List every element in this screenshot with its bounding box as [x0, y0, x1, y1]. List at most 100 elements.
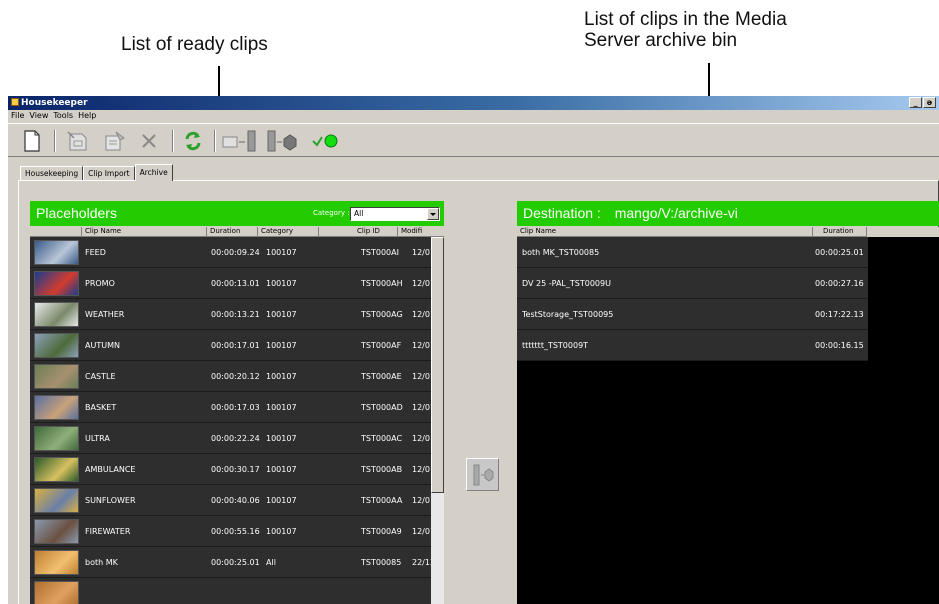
- placeholder-row[interactable]: FEED 00:00:09.24 100107 TST000AI 12/01/2: [30, 237, 444, 268]
- placeholder-row[interactable]: PROMO 00:00:13.01 100107 TST000AH 12/01/2: [30, 268, 444, 299]
- archive-transfer-icon: [473, 464, 493, 485]
- scrollbar-thumb[interactable]: [431, 237, 444, 493]
- placeholder-row[interactable]: CASTLE 00:00:20.12 100107 TST000AE 12/01/2: [30, 361, 444, 392]
- placeholder-row[interactable]: SUNFLOWER 00:00:40.06 100107 TST000AA 12/01/…: [30, 485, 444, 516]
- tab-clip-import[interactable]: Clip Import: [83, 166, 135, 181]
- delete-icon: [142, 134, 156, 148]
- destination-label: Destination :: [523, 205, 601, 221]
- placeholder-row[interactable]: [30, 578, 444, 604]
- clip-category: 100107: [266, 527, 297, 536]
- clip-name: FIREWATER: [85, 527, 131, 536]
- column-clip-name[interactable]: Clip Name: [82, 227, 207, 237]
- placeholders-header: Placeholders Category : All: [30, 201, 444, 226]
- clip-thumbnail: [34, 364, 79, 389]
- clip-name: CASTLE: [85, 372, 116, 381]
- column-modified[interactable]: Modifi: [398, 227, 444, 237]
- clip-category: 100107: [266, 465, 297, 474]
- clip-name: AUTUMN: [85, 341, 120, 350]
- clip-name: both MK: [85, 558, 118, 567]
- placeholder-row[interactable]: ULTRA 00:00:22.24 100107 TST000AC 12/01/2: [30, 423, 444, 454]
- archive-row[interactable]: TestStorage_TST00095 00:17:22.13: [517, 299, 868, 330]
- clip-category: 100107: [266, 403, 297, 412]
- dest-column-duration[interactable]: Duration: [813, 227, 867, 237]
- new-document-icon: [24, 130, 40, 152]
- clip-category: 100107: [266, 372, 297, 381]
- clip-category: 100107: [266, 434, 297, 443]
- delete-button[interactable]: [136, 130, 162, 152]
- archive-row[interactable]: both MK_TST00085 00:00:25.01: [517, 237, 868, 268]
- online-status-button[interactable]: [308, 130, 342, 152]
- clip-properties-button[interactable]: [64, 130, 94, 152]
- clip-id: TST000AG: [361, 310, 403, 319]
- transfer-to-archive-button[interactable]: [466, 458, 499, 491]
- destination-list[interactable]: both MK_TST00085 00:00:25.01 DV 25 -PAL_TS…: [517, 237, 939, 604]
- archive-icon: [267, 130, 297, 152]
- transfer-to-bin-button[interactable]: [220, 130, 260, 152]
- edit-properties-icon: [105, 131, 125, 151]
- placeholder-row[interactable]: WEATHER 00:00:13.21 100107 TST000AG 12/01/2: [30, 299, 444, 330]
- clip-properties-icon: [67, 131, 87, 151]
- toolbar-separator: [172, 130, 174, 152]
- archive-button[interactable]: [264, 130, 302, 152]
- clip-category: 100107: [266, 279, 297, 288]
- new-button[interactable]: [20, 130, 44, 152]
- clip-duration: 00:00:40.06: [211, 496, 260, 505]
- clip-name: BASKET: [85, 403, 117, 412]
- thumbnail-column-header: [30, 227, 82, 237]
- archive-clip-duration: 00:00:25.01: [815, 248, 864, 257]
- category-select[interactable]: All: [350, 207, 440, 221]
- chevron-down-icon: [430, 213, 436, 216]
- clip-category: 100107: [266, 341, 297, 350]
- column-clip-id[interactable]: Clip ID: [319, 227, 398, 237]
- placeholder-row[interactable]: both MK 00:00:25.01 All TST00085 22/12/2: [30, 547, 444, 578]
- menu-tools[interactable]: Tools: [53, 110, 73, 122]
- refresh-button[interactable]: [180, 130, 206, 152]
- category-dropdown-button[interactable]: [427, 208, 439, 220]
- edit-properties-button[interactable]: [100, 130, 130, 152]
- clip-thumbnail: [34, 302, 79, 327]
- tab-housekeeping[interactable]: Housekeeping: [20, 166, 84, 181]
- clip-duration: 00:00:13.21: [211, 310, 260, 319]
- clip-thumbnail: [34, 426, 79, 451]
- clip-id: TST000AC: [361, 434, 403, 443]
- placeholders-list[interactable]: FEED 00:00:09.24 100107 TST000AI 12/01/2 PROM…: [30, 237, 444, 604]
- menu-view[interactable]: View: [29, 110, 48, 122]
- category-value: All: [354, 209, 364, 218]
- clip-thumbnail: [34, 488, 79, 513]
- placeholders-column-header: Clip Name Duration Category Clip ID Modi…: [30, 227, 444, 237]
- clip-thumbnail: [34, 271, 79, 296]
- toolbar-separator: [214, 130, 216, 152]
- clip-duration: 00:00:22.24: [211, 434, 260, 443]
- clip-category: All: [266, 558, 276, 567]
- placeholders-title: Placeholders: [36, 205, 117, 221]
- ready-clips-callout: List of ready clips: [121, 34, 268, 55]
- dest-column-clip-name[interactable]: Clip Name: [517, 227, 813, 237]
- archive-row[interactable]: ttttttt_TST0009T 00:00:16.15: [517, 330, 868, 361]
- category-label: Category :: [313, 209, 350, 217]
- placeholder-row[interactable]: FIREWATER 00:00:55.16 100107 TST000A9 12/01/…: [30, 516, 444, 547]
- menu-file[interactable]: File: [11, 110, 24, 122]
- restore-button[interactable]: ə: [923, 97, 936, 108]
- tab-archive[interactable]: Archive: [134, 164, 173, 181]
- clip-name: SUNFLOWER: [85, 496, 136, 505]
- placeholder-row[interactable]: BASKET 00:00:17.03 100107 TST000AD 12/01/2: [30, 392, 444, 423]
- minimize-button[interactable]: _: [909, 97, 922, 108]
- archive-clip-name: both MK_TST00085: [522, 248, 600, 257]
- refresh-icon: [185, 131, 201, 151]
- clip-id: TST000AB: [361, 465, 403, 474]
- clip-duration: 00:00:20.12: [211, 372, 260, 381]
- placeholders-scrollbar[interactable]: [431, 237, 444, 604]
- column-duration[interactable]: Duration: [207, 227, 258, 237]
- app-icon: [11, 98, 19, 106]
- toolbar-separator: [54, 130, 56, 152]
- archive-bin-callout-line2: Server archive bin: [584, 30, 738, 51]
- archive-row[interactable]: DV 25 -PAL_TST0009U 00:00:27.16: [517, 268, 868, 299]
- clip-thumbnail: [34, 240, 79, 265]
- placeholder-row[interactable]: AMBULANCE 00:00:30.17 100107 TST000AB 12/01/…: [30, 454, 444, 485]
- destination-column-header: Clip Name Duration: [517, 227, 939, 237]
- placeholder-row[interactable]: AUTUMN 00:00:17.01 100107 TST000AF 12/01/2: [30, 330, 444, 361]
- clip-thumbnail: [34, 550, 79, 575]
- clip-category: 100107: [266, 248, 297, 257]
- column-category[interactable]: Category: [258, 227, 319, 237]
- menu-help[interactable]: Help: [78, 110, 96, 122]
